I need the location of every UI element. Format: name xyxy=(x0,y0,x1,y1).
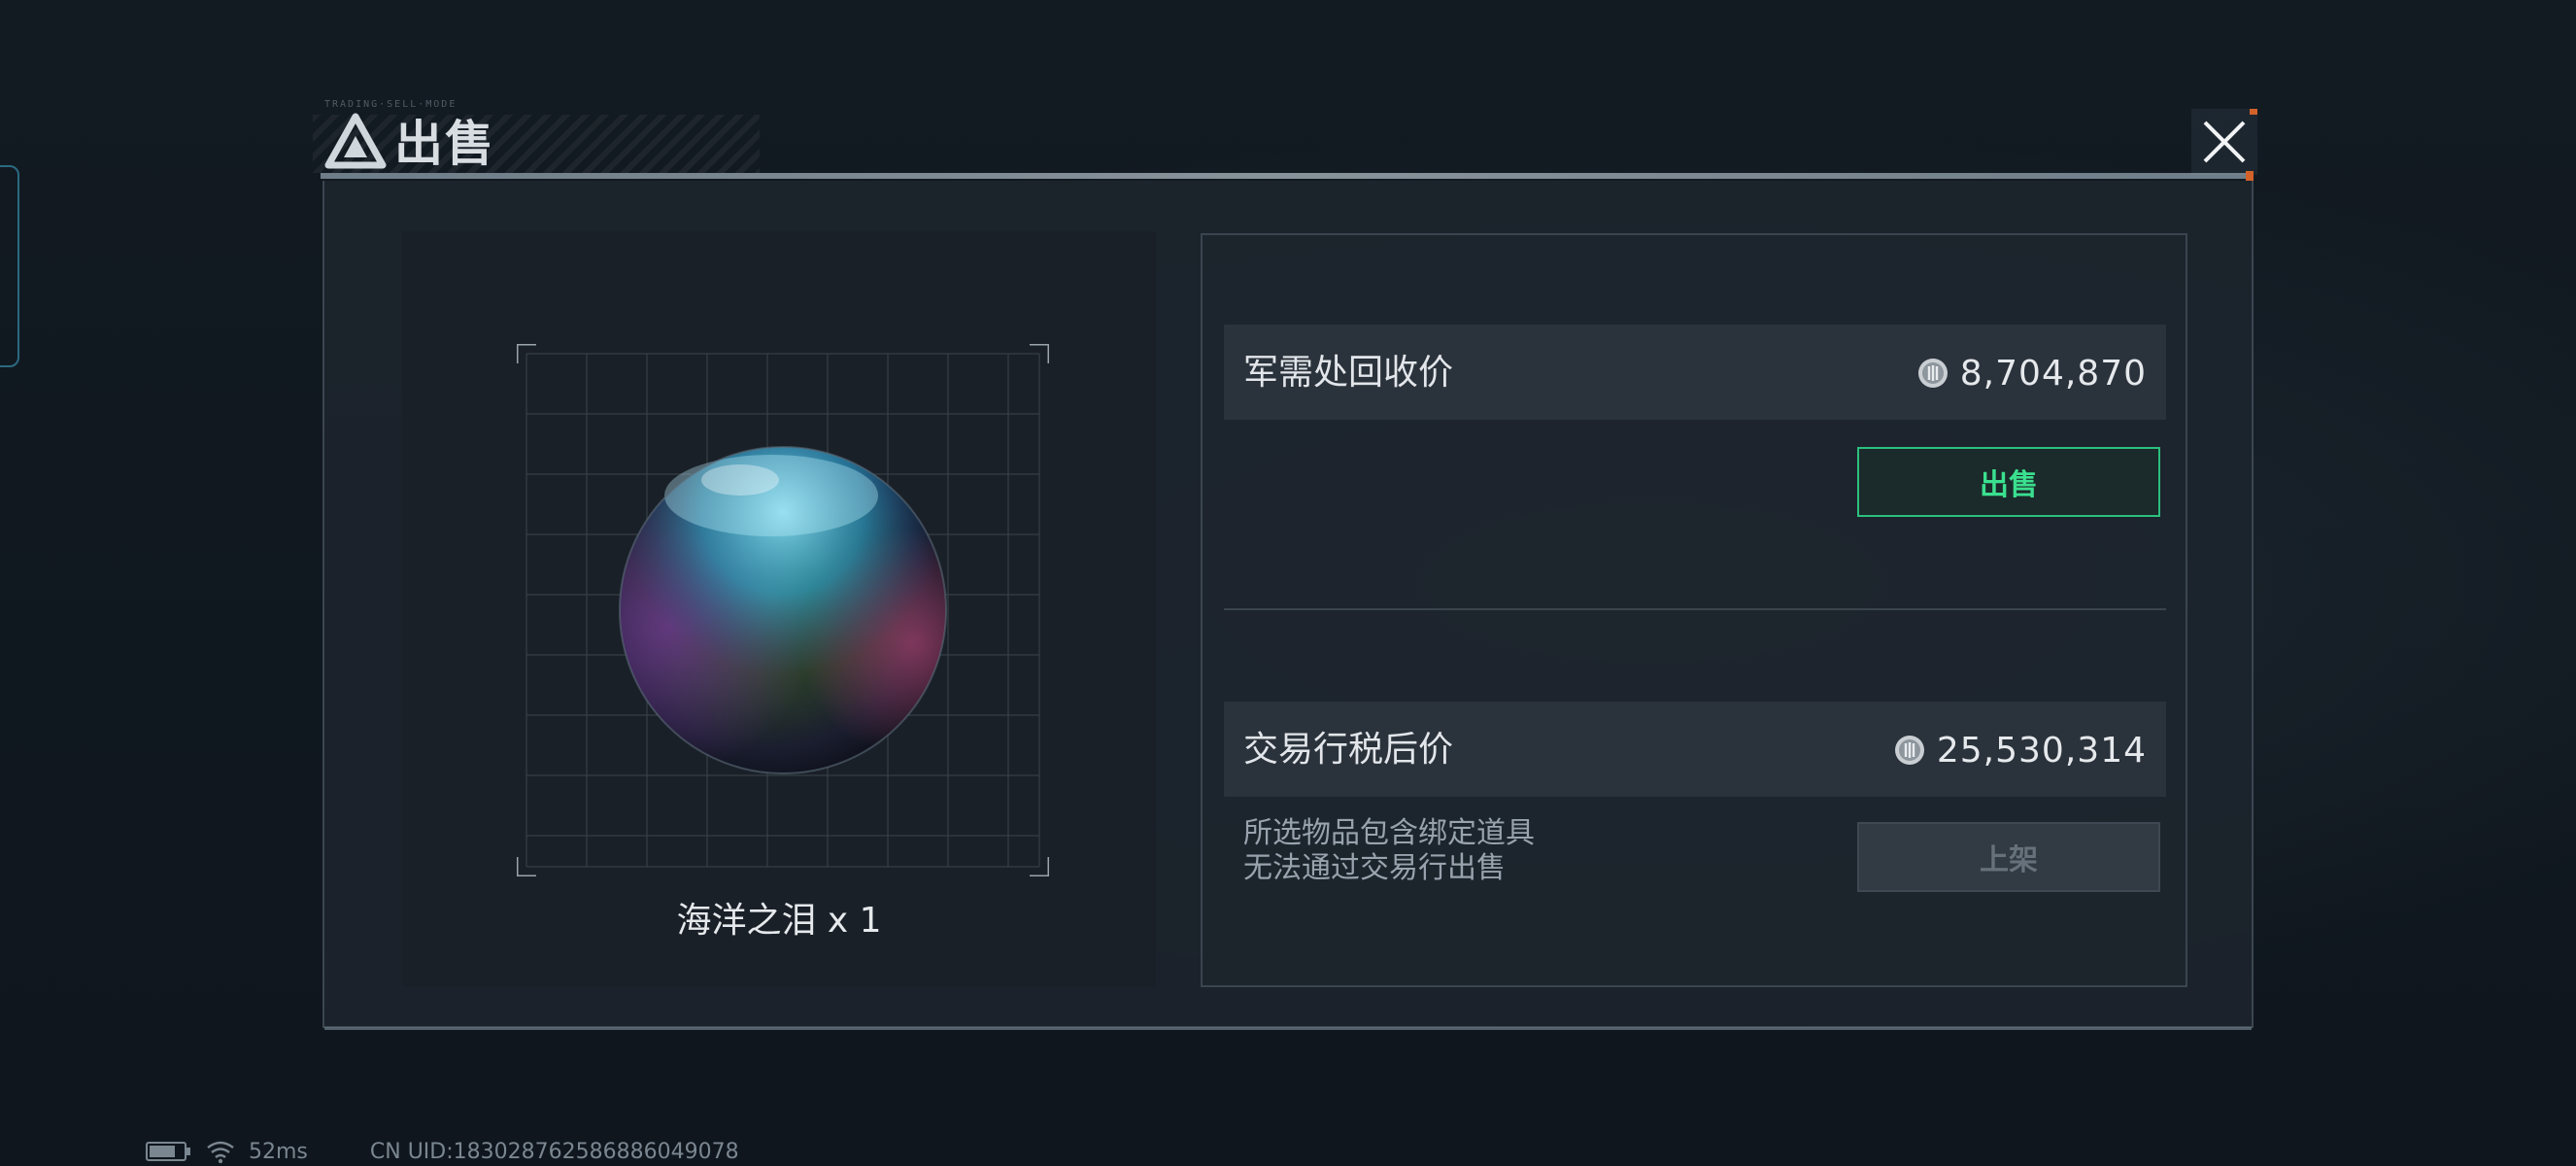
close-icon xyxy=(2191,109,2257,175)
item-name: 海洋之泪 x 1 xyxy=(676,901,882,941)
dialog-title: 出售 xyxy=(394,116,495,172)
exchange-price-row: 交易行税后价 25,530,314 xyxy=(1224,702,2166,797)
item-preview-panel: 海洋之泪 x 1 xyxy=(402,231,1156,987)
wifi-icon xyxy=(207,1141,234,1164)
player-uid: CN UID:183028762586886049078 xyxy=(369,1139,739,1164)
exchange-price-value: 25,530,314 xyxy=(1936,730,2147,771)
exchange-price-label: 交易行税后价 xyxy=(1243,730,1454,770)
item-image xyxy=(517,344,1049,876)
exchange-price: 25,530,314 xyxy=(1894,729,2147,772)
status-bar: 52ms CN UID:183028762586886049078 xyxy=(146,1139,739,1164)
title-underline-accent xyxy=(2246,171,2254,181)
list-on-exchange-button: 上架 xyxy=(1857,822,2160,892)
recycle-price-value: 8,704,870 xyxy=(1959,353,2147,394)
recycle-price: 8,704,870 xyxy=(1917,352,2147,394)
delta-logo-icon xyxy=(324,113,387,169)
title-underline xyxy=(321,173,2254,179)
notice-line-2: 无法通过交易行出售 xyxy=(1243,851,1506,885)
notice-line-1: 所选物品包含绑定道具 xyxy=(1243,816,1535,850)
close-button[interactable] xyxy=(2189,107,2259,177)
sell-button[interactable]: 出售 xyxy=(1857,447,2160,517)
coin-icon xyxy=(1894,736,1924,765)
ping-readout: 52ms xyxy=(249,1139,308,1164)
coin-icon xyxy=(1917,359,1948,388)
side-drawer-tab[interactable] xyxy=(0,165,19,367)
section-divider xyxy=(1224,608,2166,610)
game-screen: TRADING·SELL·MODE 出售 海洋之泪 x 1 军需处回收价 8,7… xyxy=(0,0,2576,1166)
dialog-title-bar: TRADING·SELL·MODE 出售 xyxy=(313,97,2261,185)
bound-item-notice: 所选物品包含绑定道具 无法通过交易行出售 xyxy=(1243,816,1535,886)
recycle-price-row: 军需处回收价 8,704,870 xyxy=(1224,325,2166,420)
sell-options-panel: 军需处回收价 8,704,870 出售 交易行税后价 25,530,314 所选… xyxy=(1201,233,2187,987)
battery-icon xyxy=(146,1142,190,1161)
recycle-price-label: 军需处回收价 xyxy=(1243,353,1454,393)
sell-dialog: 海洋之泪 x 1 军需处回收价 8,704,870 出售 交易行税后价 25,5… xyxy=(322,181,2254,1030)
